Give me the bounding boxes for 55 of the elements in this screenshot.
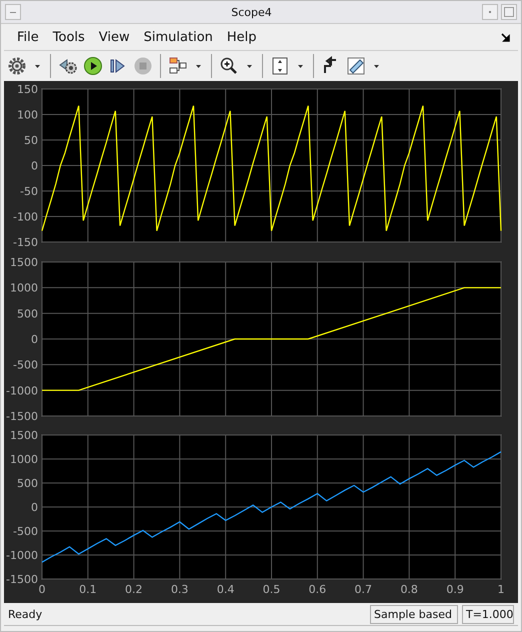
y-tick-label: -1000 (6, 549, 38, 562)
menu-item[interactable]: Tools (46, 30, 92, 44)
y-tick-label: -1000 (6, 384, 38, 398)
x-tick-label: 0.2 (125, 583, 143, 596)
menu-item[interactable]: Help (220, 30, 264, 44)
x-tick-label: 0.7 (354, 583, 372, 596)
gear-icon[interactable] (7, 56, 27, 76)
x-tick-label: 0 (38, 583, 46, 596)
y-tick-label: 1500 (10, 256, 38, 269)
y-tick-label: -500 (13, 525, 38, 538)
y-tick-label: 500 (17, 307, 38, 320)
caret-icon[interactable] (196, 64, 201, 68)
y-tick-label: 1000 (10, 282, 38, 295)
y-tick-label: -50 (20, 185, 38, 198)
status-time: T=1.000 (462, 604, 514, 624)
step-back-gear-icon[interactable] (58, 56, 78, 76)
x-tick-label: 0.3 (170, 583, 188, 596)
status-mode: Sample based (370, 604, 458, 624)
y-tick-label: -150 (13, 236, 38, 249)
block-diagram-icon[interactable] (168, 56, 188, 76)
x-tick-label: 0.5 (262, 583, 280, 596)
caret-icon[interactable] (374, 64, 379, 68)
ruler-icon[interactable] (346, 56, 366, 76)
menu-item[interactable]: View (92, 30, 137, 44)
y-tick-label: 50 (24, 134, 38, 147)
zoom-in-icon[interactable] (219, 56, 239, 76)
y-tick-label: 1000 (10, 453, 38, 466)
x-tick-label: 0.8 (400, 583, 418, 596)
y-tick-label: 0 (31, 333, 38, 346)
x-tick-label: 0.1 (79, 583, 97, 596)
caret-icon[interactable] (35, 64, 40, 68)
x-tick-label: 0.9 (446, 583, 464, 596)
undock-arrow-icon[interactable] (501, 32, 510, 42)
window-title: Scope4 (230, 6, 273, 18)
y-tick-label: 0 (31, 501, 38, 514)
y-tick-label: 100 (17, 108, 38, 122)
y-tick-label: 1500 (10, 429, 38, 442)
y-tick-label: -1500 (6, 410, 38, 423)
x-tick-label: 0.4 (216, 583, 234, 596)
y-tick-label: 500 (17, 477, 38, 490)
autoscale-icon[interactable] (270, 56, 290, 76)
y-tick-label: 150 (17, 83, 38, 96)
y-tick-label: -500 (13, 358, 38, 372)
caret-icon[interactable] (298, 64, 303, 68)
y-tick-label: -100 (13, 210, 38, 224)
x-tick-label: 0.6 (308, 583, 326, 596)
caret-icon[interactable] (247, 64, 252, 68)
menu-item[interactable]: Simulation (136, 30, 220, 44)
window-menu-button[interactable] (5, 4, 21, 20)
x-tick-label: 1 (498, 583, 504, 596)
y-tick-label: -1500 (6, 573, 38, 586)
y-tick-label: 0 (31, 160, 38, 172)
menu-item[interactable]: File (10, 30, 46, 44)
status-message: Ready (8, 608, 44, 620)
play-icon[interactable] (83, 56, 103, 76)
